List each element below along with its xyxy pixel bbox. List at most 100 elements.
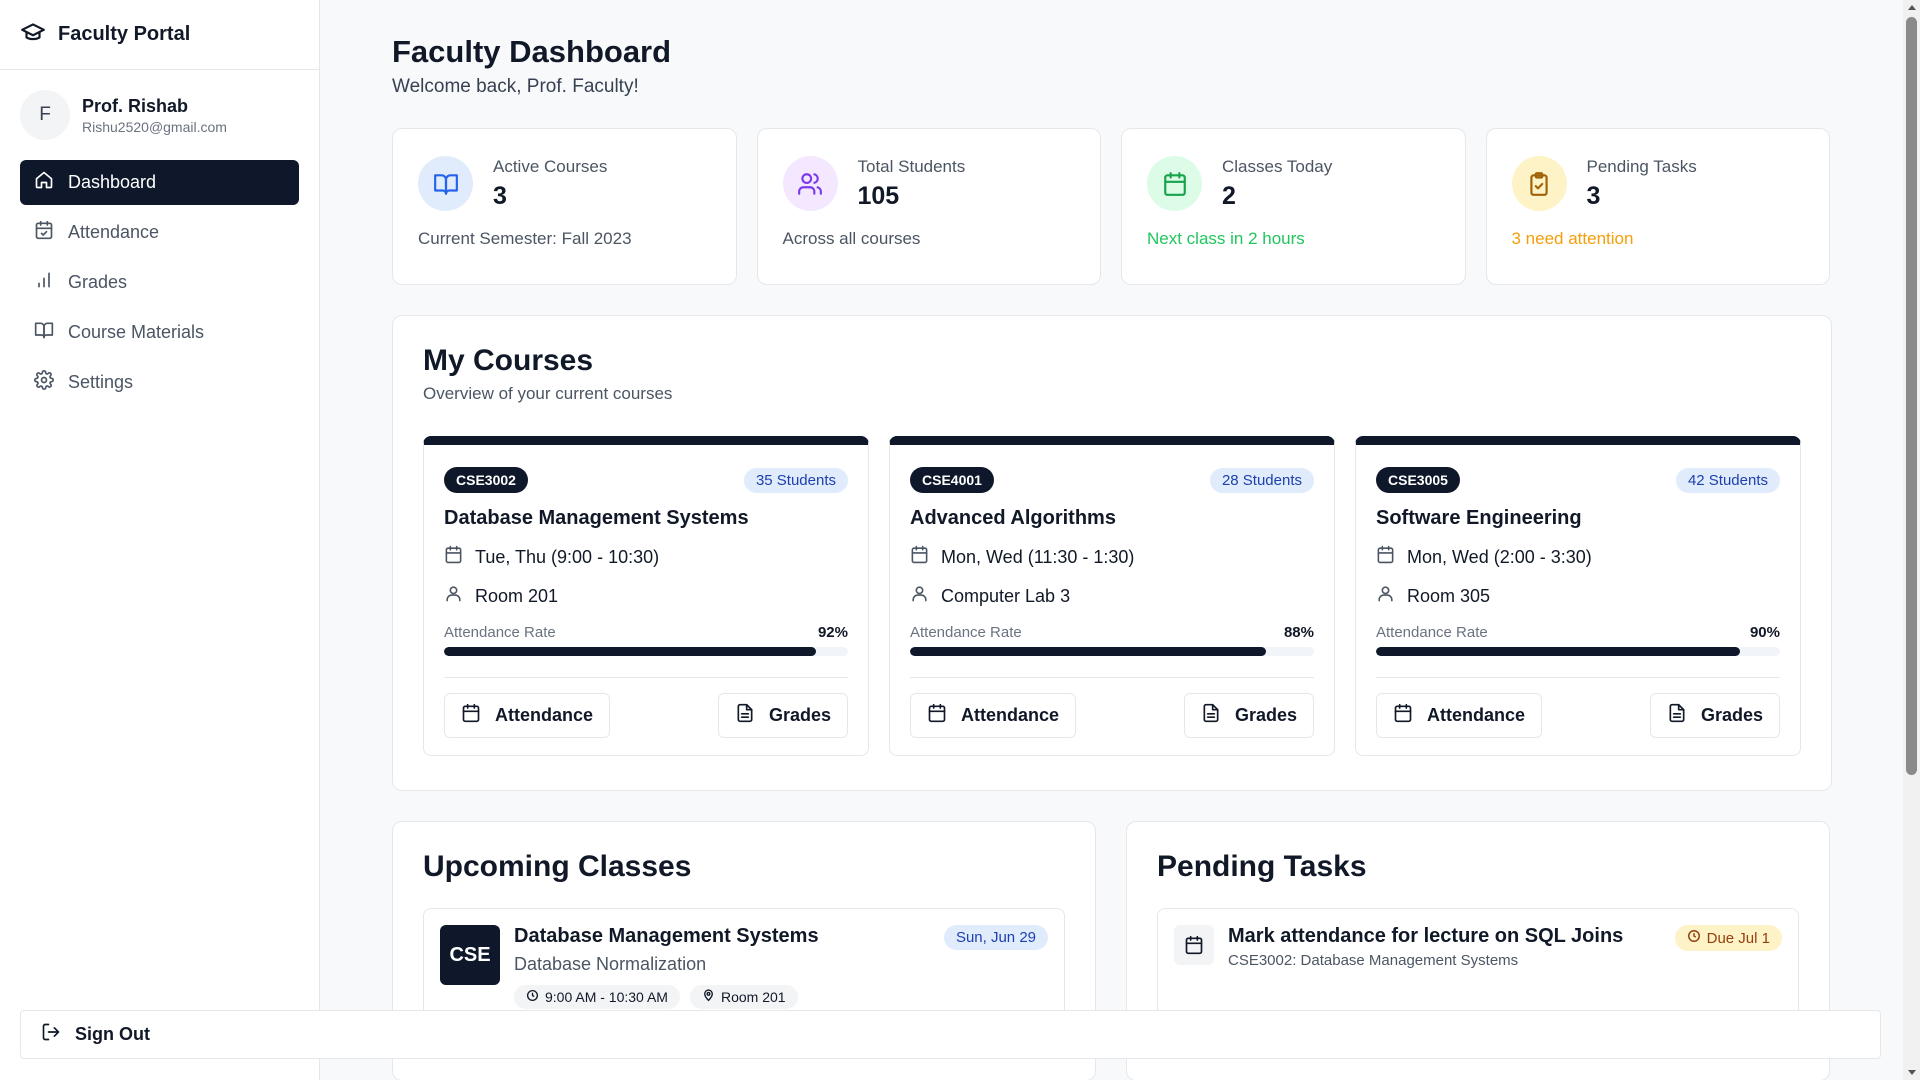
- grades-button[interactable]: Grades: [717, 693, 848, 738]
- clipboard-check-icon: [1511, 156, 1567, 211]
- course-schedule: Mon, Wed (2:00 - 3:30): [1376, 545, 1780, 569]
- button-label: Attendance: [961, 705, 1060, 725]
- class-topic: Database Normalization: [514, 954, 707, 974]
- stat-value: 3: [493, 181, 507, 210]
- attendance-button[interactable]: Attendance: [910, 693, 1077, 738]
- calendar-icon: [910, 545, 929, 569]
- stat-label: Active Courses: [493, 156, 608, 176]
- scrollbar-thumb[interactable]: [1906, 17, 1917, 775]
- gear-icon: [34, 370, 54, 395]
- stat-foot: Across all courses: [782, 229, 921, 248]
- stat-label: Pending Tasks: [1586, 156, 1697, 176]
- stat-value: 105: [857, 181, 900, 210]
- task-title: Mark attendance for lecture on SQL Joins: [1228, 925, 1624, 947]
- stat-label: Total Students: [857, 156, 966, 176]
- avatar: F: [20, 90, 70, 140]
- room-text: Computer Lab 3: [941, 585, 1071, 606]
- scroll-up-arrow[interactable]: [1908, 5, 1916, 10]
- sidebar-nav: Dashboard Attendance Grades Course Mater…: [0, 160, 319, 405]
- sidebar-item-attendance[interactable]: Attendance: [20, 210, 299, 255]
- attendance-label: Attendance Rate: [1376, 624, 1488, 641]
- button-label: Grades: [1234, 705, 1297, 725]
- attendance-percent: 92%: [817, 624, 848, 641]
- attendance-button[interactable]: Attendance: [1376, 693, 1543, 738]
- course-card: CSE4001 28 Students Advanced Algorithms …: [889, 436, 1335, 756]
- calendar-icon: [461, 703, 481, 728]
- schedule-text: Mon, Wed (2:00 - 3:30): [1407, 546, 1592, 567]
- class-title: Database Management Systems: [514, 925, 819, 947]
- course-schedule: Tue, Thu (9:00 - 10:30): [444, 545, 848, 569]
- course-name: Database Management Systems: [444, 507, 749, 529]
- sidebar-item-grades[interactable]: Grades: [20, 260, 299, 305]
- room-text: Room 305: [1407, 585, 1491, 606]
- due-text: Due Jul 1: [1706, 929, 1770, 947]
- pin-icon: [702, 989, 715, 1005]
- course-code-badge: CSE3002: [444, 467, 528, 493]
- page-subtitle: Welcome back, Prof. Faculty!: [392, 76, 639, 97]
- profile-name: Prof. Rishab: [82, 95, 189, 116]
- calendar-icon: [444, 545, 463, 569]
- sign-out-button[interactable]: Sign Out: [20, 1010, 1881, 1059]
- attendance-button[interactable]: Attendance: [444, 693, 611, 738]
- room-text: Room 201: [720, 989, 786, 1005]
- attendance-label: Attendance Rate: [444, 624, 556, 641]
- scroll-down-arrow[interactable]: [1908, 1070, 1916, 1075]
- course-grid: CSE3002 35 Students Database Management …: [423, 436, 1801, 756]
- log-out-icon: [41, 1022, 61, 1047]
- task-course: CSE3002: Database Management Systems: [1228, 952, 1519, 969]
- calendar-check-icon: [34, 220, 54, 245]
- button-label: Grades: [768, 705, 831, 725]
- stat-value: 3: [1586, 181, 1601, 210]
- clock-icon: [1687, 929, 1701, 947]
- calendar-icon: [927, 703, 947, 728]
- stat-card-total-students: Total Students 105 Across all courses: [756, 128, 1101, 285]
- scrollbar[interactable]: [1903, 0, 1920, 1080]
- attendance-progress-bar: [444, 647, 848, 656]
- attendance-progress-bar: [1376, 647, 1780, 656]
- course-room: Room 201: [444, 584, 848, 608]
- sidebar-item-label: Course Materials: [68, 322, 205, 342]
- users-icon: [782, 156, 838, 211]
- calendar-icon: [1393, 703, 1413, 728]
- stats-row: Active Courses 3 Current Semester: Fall …: [392, 128, 1830, 285]
- button-label: Attendance: [1427, 705, 1526, 725]
- course-room: Computer Lab 3: [910, 584, 1314, 608]
- attendance-percent: 90%: [1749, 624, 1780, 641]
- button-label: Attendance: [495, 705, 594, 725]
- grades-button[interactable]: Grades: [1183, 693, 1314, 738]
- students-badge: 35 Students: [743, 467, 848, 493]
- time-chip: 9:00 AM - 10:30 AM: [514, 985, 680, 1009]
- profile-email: Rishu2520@gmail.com: [82, 118, 227, 135]
- section-title: Pending Tasks: [1157, 850, 1367, 883]
- section-title: Upcoming Classes: [423, 850, 692, 883]
- user-icon: [910, 584, 929, 608]
- course-card: CSE3005 42 Students Software Engineering…: [1355, 436, 1801, 756]
- course-card: CSE3002 35 Students Database Management …: [423, 436, 869, 756]
- stat-foot: Next class in 2 hours: [1147, 229, 1305, 248]
- room-text: Room 201: [475, 585, 559, 606]
- calendar-icon: [1147, 156, 1202, 211]
- stat-label: Classes Today: [1222, 156, 1333, 176]
- room-chip: Room 201: [689, 985, 798, 1009]
- home-icon: [34, 170, 54, 195]
- main-content: Faculty Dashboard Welcome back, Prof. Fa…: [321, 0, 1901, 1080]
- attendance-percent: 88%: [1283, 624, 1314, 641]
- grades-button[interactable]: Grades: [1649, 693, 1780, 738]
- sidebar-item-settings[interactable]: Settings: [20, 360, 299, 405]
- sidebar-item-label: Grades: [68, 272, 128, 292]
- sidebar-item-course-materials[interactable]: Course Materials: [20, 310, 299, 355]
- course-schedule: Mon, Wed (11:30 - 1:30): [910, 545, 1314, 569]
- sidebar-item-label: Dashboard: [68, 172, 157, 192]
- course-code-badge: CSE4001: [910, 467, 994, 493]
- sidebar-item-dashboard[interactable]: Dashboard: [20, 160, 299, 205]
- sidebar: Faculty Portal F Prof. Rishab Rishu2520@…: [0, 0, 320, 1080]
- brand-title: Faculty Portal: [58, 23, 191, 45]
- section-subtitle: Overview of your current courses: [423, 384, 673, 403]
- date-badge: Sun, Jun 29: [943, 925, 1048, 950]
- user-icon: [444, 584, 463, 608]
- page-title: Faculty Dashboard: [392, 34, 672, 69]
- stat-card-active-courses: Active Courses 3 Current Semester: Fall …: [392, 128, 737, 285]
- stat-card-pending-tasks: Pending Tasks 3 3 need attention: [1485, 128, 1830, 285]
- my-courses-panel: My Courses Overview of your current cour…: [392, 315, 1832, 791]
- sign-out-label: Sign Out: [75, 1024, 150, 1044]
